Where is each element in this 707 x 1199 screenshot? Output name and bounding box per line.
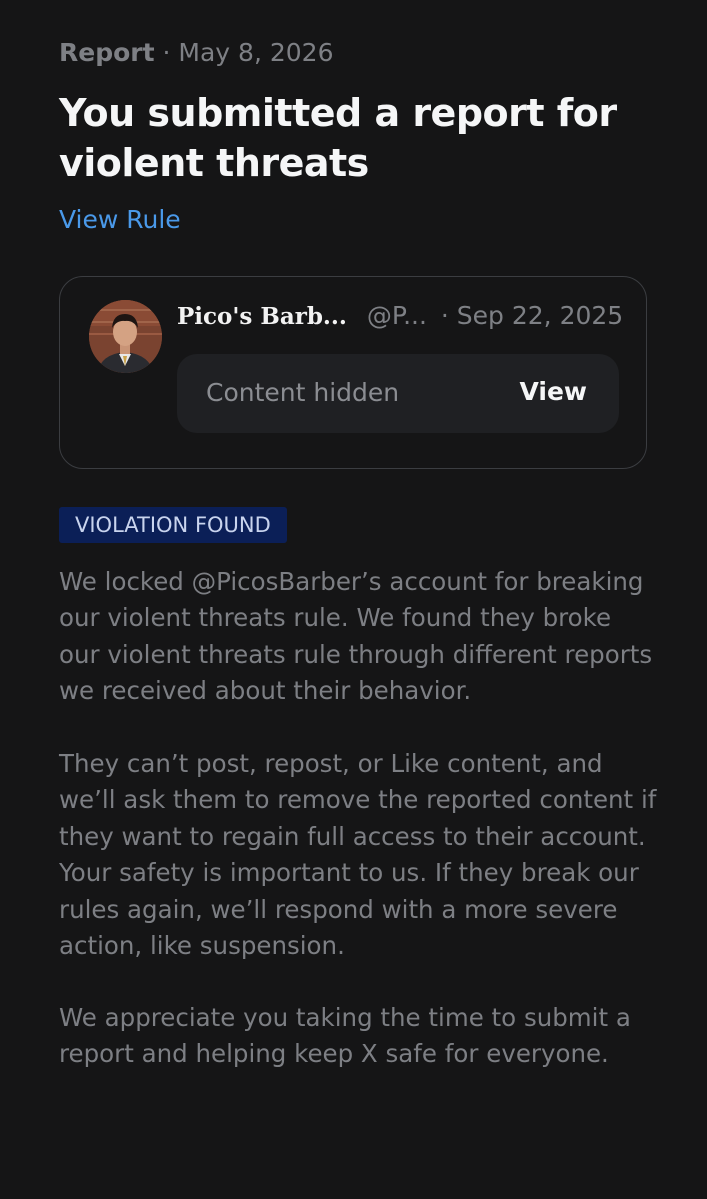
avatar[interactable] xyxy=(89,300,162,373)
report-date: May 8, 2026 xyxy=(178,38,334,67)
body-paragraph-1: We locked @PicosBarber’s account for bre… xyxy=(59,567,653,706)
status-badge: VIOLATION FOUND xyxy=(59,507,287,543)
view-rule-link[interactable]: View Rule xyxy=(59,205,181,234)
report-label: Report xyxy=(59,38,155,67)
body-paragraph-3: We appreciate you taking the time to sub… xyxy=(59,1003,631,1069)
hidden-content-box: Content hidden View xyxy=(177,354,619,433)
author-handle[interactable]: @P... xyxy=(367,301,427,330)
body-paragraph-2: They can’t post, repost, or Like content… xyxy=(59,749,657,961)
post-date-separator: · xyxy=(440,301,449,330)
post-date: · Sep 22, 2025 xyxy=(441,301,623,330)
meta-separator: · xyxy=(162,38,171,67)
reported-post-card[interactable]: Pico's Barb... @P... · Sep 22, 2025 Cont… xyxy=(59,276,647,469)
author-name[interactable]: Pico's Barb... xyxy=(177,303,347,330)
post-date-value: Sep 22, 2025 xyxy=(456,301,624,330)
hidden-content-label: Content hidden xyxy=(206,378,400,407)
post-header: Pico's Barb... @P... · Sep 22, 2025 xyxy=(177,301,623,330)
page-title: You submitted a report for violent threa… xyxy=(59,91,617,185)
view-content-button[interactable]: View xyxy=(519,377,587,406)
report-meta: Report · May 8, 2026 xyxy=(59,38,333,67)
avatar-photo xyxy=(89,300,162,373)
